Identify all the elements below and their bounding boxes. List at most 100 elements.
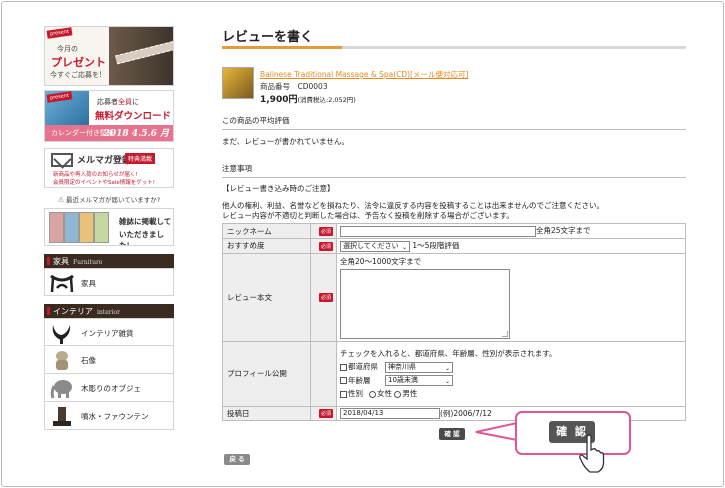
category-item-label: 家具 bbox=[81, 279, 96, 288]
horn-icon bbox=[52, 325, 71, 344]
magazine-covers bbox=[49, 212, 111, 243]
date-input[interactable]: 2018/04/13 bbox=[340, 408, 440, 419]
age-select[interactable]: 10歳未満 ⌄ bbox=[385, 375, 453, 386]
category-item-fountain[interactable]: 噴水・ファウンテン bbox=[44, 402, 174, 430]
calendar-line1-prefix: 応募者 bbox=[97, 98, 118, 106]
required-badge: 必須 bbox=[318, 227, 333, 236]
required-badge: 必須 bbox=[318, 409, 333, 419]
magazine-cover bbox=[64, 212, 79, 243]
product-code: 商品番号 CD0003 bbox=[260, 82, 328, 91]
warning-icon: ⚠ bbox=[57, 196, 64, 204]
category-header-interior: インテリア interior bbox=[44, 304, 174, 318]
category-item-wood-carving[interactable]: 木彫りのオブジェ bbox=[44, 374, 174, 402]
category-item-stone-statue[interactable]: 石像 bbox=[44, 346, 174, 374]
present-line1: 今月の bbox=[57, 45, 78, 53]
back-button[interactable]: 戻 る bbox=[224, 454, 250, 465]
male-radio[interactable] bbox=[394, 390, 402, 398]
calendar-line2: 無料ダウンロード bbox=[95, 111, 172, 122]
notes-line2: レビュー内容が不適切と判断した場合は、予告なく投稿を削除する場合がございます。 bbox=[222, 211, 514, 220]
category-item-label: 木彫りのオブジェ bbox=[81, 384, 141, 393]
mail-icon bbox=[51, 153, 73, 167]
rating-select-value: 選択してください bbox=[343, 241, 399, 250]
product-summary: Balinese Traditional Massage & Spa(CD)[メ… bbox=[222, 67, 686, 107]
chevron-down-icon: ⌄ bbox=[444, 364, 450, 372]
form-row-nickname: ニックネーム 必須 全角25文字まで bbox=[222, 223, 686, 239]
magazine-banner[interactable]: 雑誌に掲載して いただきました! bbox=[44, 208, 174, 246]
confirm-button[interactable]: 確 認 bbox=[439, 428, 465, 440]
calendar-line1: 応募者全員に bbox=[97, 97, 139, 107]
rating-hint: 1〜5段階評価 bbox=[412, 241, 460, 250]
category-title: 家具 bbox=[53, 257, 69, 266]
nickname-label: ニックネーム bbox=[222, 223, 311, 239]
calendar-banner[interactable]: present 応募者全員に 無料ダウンロード カレンダー付き壁紙 2018 4… bbox=[44, 90, 174, 142]
strap-image bbox=[114, 38, 173, 65]
present-line2: プレゼント bbox=[51, 56, 106, 69]
form-row-profile: プロフィール公開 チェックを入れると、都道府県、年齢層、性別が表示されます。 都… bbox=[222, 340, 686, 407]
category-item-label: 石像 bbox=[81, 356, 96, 365]
callout-tail bbox=[475, 422, 518, 441]
nickname-input[interactable] bbox=[340, 225, 536, 237]
profile-label: プロフィール公開 bbox=[222, 340, 311, 407]
pref-select[interactable]: 神奈川県 ⌄ bbox=[385, 361, 453, 373]
product-thumbnail[interactable] bbox=[222, 67, 254, 99]
main-content: レビューを書く Balinese Traditional Massage & S… bbox=[222, 26, 686, 421]
pref-row: 都道府県 神奈川県 ⌄ bbox=[340, 361, 682, 373]
category-item-furniture[interactable]: 家具 bbox=[44, 268, 174, 296]
age-label: 年齢層 bbox=[348, 375, 371, 385]
notes-heading: 注意事項 bbox=[222, 163, 686, 178]
gender-label: 性別 bbox=[348, 389, 363, 398]
mailmag-check-text: 最近メルマガが届いていますか? bbox=[66, 196, 161, 204]
body-label: レビュー本文 bbox=[222, 252, 311, 342]
rating-select[interactable]: 選択してください ⌄ bbox=[340, 240, 410, 252]
female-radio[interactable] bbox=[369, 390, 376, 398]
calendar-line1-suffix: に bbox=[132, 98, 139, 106]
average-rating-heading: この商品の平均評価 bbox=[222, 115, 686, 130]
review-form: ニックネーム 必須 全角25文字まで おすすめ度 必須 選択してください ⌄ 1〜… bbox=[222, 223, 686, 421]
notes-line1: 他人の権利、利益、名誉などを損ねたり、法令に違反する内容を投稿することは出来ませ… bbox=[222, 201, 604, 210]
required-badge: 必須 bbox=[318, 241, 333, 251]
present-tag: present bbox=[46, 27, 73, 39]
form-row-body: レビュー本文 必須 全角20〜1000文字まで bbox=[222, 252, 686, 342]
female-label: 女性 bbox=[377, 389, 392, 398]
magazine-cover bbox=[79, 212, 94, 243]
magazine-line1: 雑誌に掲載して bbox=[119, 217, 172, 226]
product-name-link[interactable]: Balinese Traditional Massage & Spa(CD)[メ… bbox=[260, 69, 468, 80]
rating-label: おすすめ度 bbox=[222, 238, 311, 254]
no-review-text: まだ、レビューが書かれていません。 bbox=[222, 137, 349, 146]
form-row-rating: おすすめ度 必須 選択してください ⌄ 1〜5段階評価 bbox=[222, 238, 686, 254]
category-subtitle: Furniture bbox=[73, 259, 103, 266]
sidebar: present 今月の プレゼント 今すぐご応募を! present 応募者全員… bbox=[44, 26, 174, 430]
age-checkbox[interactable] bbox=[340, 377, 347, 384]
review-body-textarea[interactable] bbox=[340, 268, 510, 339]
category-header-furniture: 家具 Furniture bbox=[44, 254, 174, 268]
calendar-bar-date: 2018 4.5.6 月 bbox=[103, 129, 169, 139]
present-banner[interactable]: present 今月の プレゼント 今すぐご応募を! bbox=[44, 26, 174, 86]
category-marker bbox=[47, 307, 50, 315]
date-hint: (例)2006/7/12 bbox=[440, 408, 492, 418]
chevron-down-icon: ⌄ bbox=[401, 243, 407, 251]
calendar-line1-accent: 全員 bbox=[118, 98, 132, 106]
date-input-value: 2018/04/13 bbox=[343, 409, 384, 417]
pref-label: 都道府県 bbox=[348, 362, 378, 371]
mailmag-banner[interactable]: メルマガ登録 特典満載 新商品や再入荷のお知らせが届く! 会員限定のイベントやS… bbox=[44, 148, 174, 188]
present-line3: 今すぐご応募を! bbox=[50, 71, 102, 79]
mailmag-line2: 会員限定のイベントやSale情報をゲット! bbox=[53, 180, 155, 186]
chevron-down-icon: ⌄ bbox=[444, 378, 450, 385]
calendar-bar: カレンダー付き壁紙 2018 4.5.6 月 bbox=[45, 125, 173, 141]
date-label: 投稿日 bbox=[222, 405, 311, 421]
age-row: 年齢層 10歳未満 ⌄ bbox=[340, 375, 682, 386]
category-marker bbox=[47, 257, 50, 265]
gender-checkbox[interactable] bbox=[340, 390, 347, 398]
pointer-cursor-icon bbox=[579, 434, 605, 473]
screenshot-frame: present 今月の プレゼント 今すぐご応募を! present 応募者全員… bbox=[1, 1, 724, 487]
fountain-icon bbox=[53, 407, 71, 426]
mailmag-line1: 新商品や再入荷のお知らせが届く! bbox=[53, 172, 138, 178]
notes-title: 【レビュー書き込み時のご注意】 bbox=[222, 184, 335, 193]
age-select-value: 10歳未満 bbox=[388, 376, 418, 384]
mailmag-check-link[interactable]: ⚠ 最近メルマガが届いていますか? bbox=[44, 194, 174, 204]
statue-icon bbox=[56, 351, 68, 370]
mailmag-badge: 特典満載 bbox=[125, 153, 156, 164]
category-item-interior-goods[interactable]: インテリア雑貨 bbox=[44, 318, 174, 346]
pref-checkbox[interactable] bbox=[340, 363, 347, 371]
profile-hint: チェックを入れると、都道府県、年齢層、性別が表示されます。 bbox=[340, 349, 557, 358]
